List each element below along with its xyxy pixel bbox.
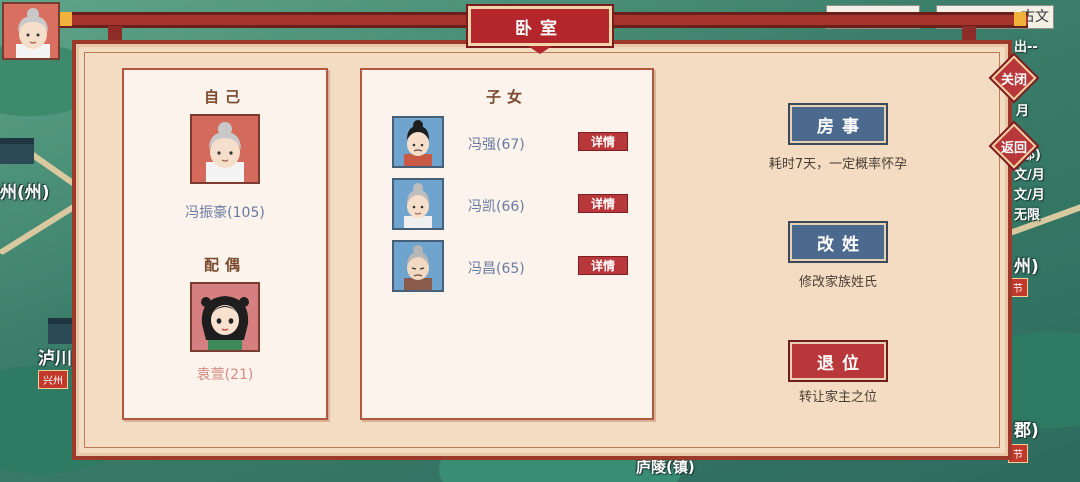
map-city-label[interactable]: 州) (1014, 252, 1039, 277)
city-building-icon[interactable] (0, 138, 34, 164)
children-heading: 子女 (485, 88, 528, 106)
child-name: 冯凯(66) (468, 199, 525, 215)
child-detail-button[interactable]: 详情 (578, 194, 628, 213)
title-notch (528, 46, 552, 54)
map-text: 出-- (1014, 40, 1038, 55)
beam-cap (1014, 12, 1026, 26)
close-button-label: 关闭 (1000, 72, 1027, 88)
map-text: 无限 (1014, 208, 1041, 223)
close-button[interactable]: 关闭 (991, 55, 1037, 101)
map-city-luzhou[interactable]: 泸川 (38, 344, 72, 369)
self-name: 冯振豪(105) (185, 205, 265, 221)
dialog-title: 卧室 (515, 18, 565, 39)
self-heading: 自己 (203, 88, 246, 106)
child-detail-button[interactable]: 详情 (578, 132, 628, 151)
child-portrait[interactable] (392, 116, 444, 168)
man-face-icon (404, 120, 432, 166)
self-portrait[interactable] (190, 114, 260, 184)
back-button-label: 返回 (1000, 140, 1027, 156)
elder-face-icon (404, 245, 432, 290)
dialog-title-plaque: 卧室 (468, 6, 612, 46)
elder-face-icon (16, 8, 50, 58)
abdicate-description: 转让家主之位 (798, 390, 877, 405)
child-portrait[interactable] (392, 178, 444, 230)
child-portrait[interactable] (392, 240, 444, 292)
map-text: 文/月 (1014, 188, 1045, 203)
map-text: 月 (1016, 104, 1030, 119)
intimacy-button[interactable]: 房事 (790, 105, 886, 143)
change-surname-button[interactable]: 改姓 (790, 223, 886, 261)
children-panel: 子女 冯强(67) 详情 冯凯(66) 详情 冯昌(65) 详情 (360, 68, 654, 420)
spouse-heading: 配偶 (203, 256, 246, 274)
abdicate-button[interactable]: 退位 (790, 342, 886, 380)
spouse-portrait[interactable] (190, 282, 260, 352)
map-city-tag: 兴州 (38, 370, 68, 389)
player-avatar[interactable] (2, 2, 60, 60)
family-head-panel: 自己 冯振豪(105) 配偶 袁萱(21) (122, 68, 328, 420)
elder-face-icon (404, 183, 432, 228)
map-city-label[interactable]: 郡) (1014, 416, 1039, 441)
child-detail-button[interactable]: 详情 (578, 256, 628, 275)
young-woman-face-icon (201, 296, 249, 350)
back-button[interactable]: 返回 (991, 123, 1037, 169)
child-name: 冯昌(65) (468, 261, 525, 277)
map-city-label[interactable]: 州(州) (0, 178, 50, 203)
change-surname-description: 修改家族姓氏 (798, 275, 877, 290)
elder-face-icon (206, 122, 244, 182)
spouse-name: 袁萱(21) (196, 367, 254, 383)
intimacy-description: 耗时7天，一定概率怀孕 (768, 157, 908, 172)
beam-cap (60, 12, 72, 26)
child-name: 冯强(67) (468, 137, 525, 153)
